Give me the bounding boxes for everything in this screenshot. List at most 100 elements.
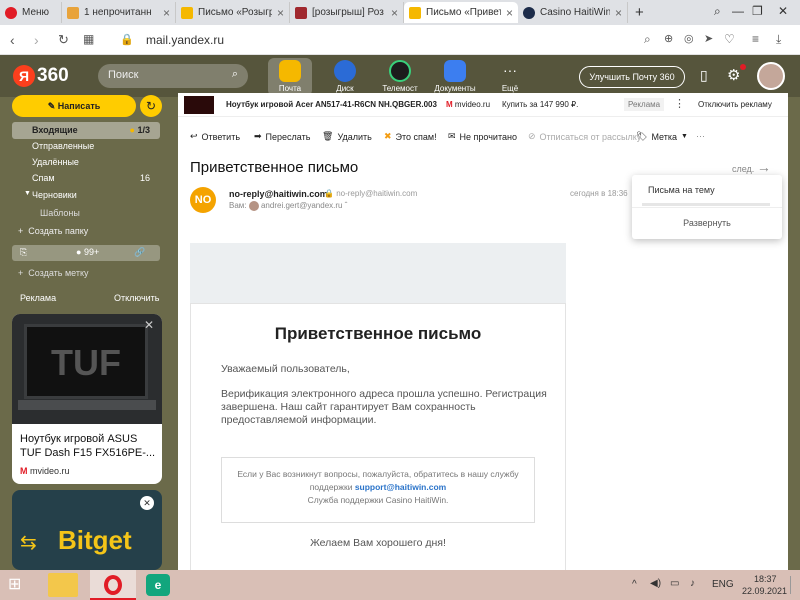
service-disk[interactable]: Диск bbox=[323, 58, 367, 96]
eset-icon[interactable]: e bbox=[146, 574, 170, 596]
label-button[interactable]: 🏷 Метка ▼ bbox=[636, 131, 688, 142]
service-telemost[interactable]: Телемост bbox=[378, 58, 422, 96]
download-icon[interactable]: ⤓ bbox=[776, 32, 781, 47]
opera-taskbar-button[interactable] bbox=[90, 570, 136, 600]
ad-card-asus[interactable]: TUF ✕ Ноутбук игровой ASUS TUF Dash F15 … bbox=[12, 314, 162, 484]
ads-disable-link[interactable]: Отключить bbox=[114, 293, 160, 303]
opera-menu-button[interactable]: Меню bbox=[0, 2, 62, 23]
yandex-360-logo[interactable]: Я 360 bbox=[13, 65, 69, 87]
file-explorer-icon[interactable] bbox=[48, 573, 78, 597]
message-subject: Приветственное письмо bbox=[190, 159, 359, 176]
more-actions-icon[interactable]: ··· bbox=[696, 131, 705, 141]
tab-5[interactable]: Casino HaitiWin × bbox=[518, 2, 628, 23]
maximize-button[interactable]: ❐ bbox=[752, 4, 763, 18]
windows-start-icon[interactable]: ⊞ bbox=[8, 576, 26, 594]
avatar[interactable] bbox=[757, 62, 785, 90]
link-icon[interactable]: 🔗 bbox=[134, 247, 145, 258]
close-tab-icon[interactable]: × bbox=[277, 6, 284, 20]
opera-icon bbox=[104, 575, 122, 595]
volume-icon[interactable]: ◀) bbox=[650, 578, 661, 589]
url-field[interactable]: mail.yandex.ru bbox=[146, 33, 224, 47]
disable-ads-link[interactable]: Отключить рекламу bbox=[698, 100, 772, 109]
service-documents[interactable]: Документы bbox=[433, 58, 477, 96]
folder-drafts[interactable]: ▼ Черновики bbox=[12, 187, 160, 204]
settings-gear-icon[interactable]: ⚙ bbox=[727, 66, 740, 84]
close-tab-icon[interactable]: × bbox=[163, 6, 170, 20]
close-ad-icon[interactable]: ✕ bbox=[140, 496, 154, 510]
create-label-link[interactable]: + Создать метку bbox=[18, 268, 89, 278]
service-more[interactable]: ··· Ещё bbox=[488, 58, 532, 96]
ad-card-bitget[interactable]: Bitget ⇆ ✕ bbox=[12, 490, 162, 570]
new-tab-button[interactable]: + bbox=[630, 2, 650, 23]
folder-templates[interactable]: Шаблоны bbox=[40, 208, 80, 218]
thread-title: Письма на тему bbox=[648, 185, 715, 195]
back-icon[interactable]: ‹ bbox=[10, 32, 15, 48]
window-close-button[interactable]: ✕ bbox=[778, 4, 788, 18]
pin-icon[interactable]: ⊕ bbox=[664, 32, 673, 45]
tab-4-active[interactable]: Письмо «Привет × bbox=[404, 2, 518, 23]
casino-favicon-icon bbox=[523, 6, 535, 19]
compose-button[interactable]: ✎ Написать bbox=[12, 95, 136, 117]
next-message-link[interactable]: след. → bbox=[732, 159, 771, 175]
unread-filter[interactable]: ● 99+ bbox=[76, 247, 99, 257]
clock-time[interactable]: 18:37 bbox=[754, 574, 777, 584]
tab-2[interactable]: Письмо «Розыгр × bbox=[176, 2, 290, 23]
mark-unread-button[interactable]: ✉ Не прочитано bbox=[448, 131, 517, 142]
send-icon[interactable]: ➤ bbox=[704, 32, 713, 45]
reply-button[interactable]: ↩ Ответить bbox=[190, 131, 240, 142]
folder-inbox[interactable]: Входящие ● 1/3 bbox=[12, 122, 160, 139]
recipient-line: Вам: andrei.gert@yandex.ru ˆ bbox=[229, 201, 348, 211]
tab-3[interactable]: [розыгрыш] Роз × bbox=[290, 2, 404, 23]
chevron-up-icon[interactable]: ˆ bbox=[345, 201, 348, 210]
unsubscribe-button[interactable]: ⊘ Отписаться от рассылку bbox=[528, 131, 641, 142]
arrow-right-icon: → bbox=[756, 159, 771, 175]
language-indicator[interactable]: ENG bbox=[712, 579, 734, 590]
upgrade-button[interactable]: Улучшить Почту 360 bbox=[579, 66, 685, 88]
forward-icon[interactable]: › bbox=[34, 32, 39, 48]
sender-name[interactable]: no-reply@haitiwin.com bbox=[229, 189, 328, 199]
search-icon[interactable]: ⌕ bbox=[644, 32, 651, 47]
ad-banner[interactable]: Ноутбук игровой Acer AN517-41-R6CN NH.QB… bbox=[178, 93, 788, 117]
reload-icon[interactable]: ↻ bbox=[58, 32, 69, 48]
close-ad-icon[interactable]: ✕ bbox=[144, 318, 154, 332]
mail-header: Я 360 Поиск ⌕ Почта Диск Телемост Докумен… bbox=[0, 55, 800, 97]
search-input[interactable]: Поиск ⌕ bbox=[98, 64, 248, 88]
tabs-grid-icon[interactable]: ▦ bbox=[83, 32, 94, 46]
support-email-link[interactable]: support@haitiwin.com bbox=[355, 482, 446, 492]
folder-sent[interactable]: Отправленные bbox=[12, 138, 160, 155]
minimize-button[interactable]: — bbox=[732, 4, 744, 18]
laptop-image: TUF bbox=[12, 314, 162, 424]
refresh-icon[interactable]: ↻ bbox=[140, 95, 162, 117]
email-title: Приветственное письмо bbox=[274, 324, 482, 343]
folder-spam[interactable]: Спам 16 bbox=[12, 170, 160, 187]
folder-deleted[interactable]: Удалённые bbox=[12, 154, 160, 171]
sender-address[interactable]: 🔒 no-reply@haitiwin.com bbox=[324, 189, 417, 198]
heart-icon[interactable]: ♡ bbox=[724, 32, 735, 46]
close-tab-icon[interactable]: × bbox=[615, 6, 622, 20]
unread-dot-icon: ● bbox=[129, 125, 135, 135]
tab-1[interactable]: 1 непрочитанн × bbox=[62, 2, 176, 23]
camera-icon[interactable]: ◎ bbox=[684, 32, 694, 45]
opera-logo-icon bbox=[5, 6, 17, 19]
email-body: Приветственное письмо Уважаемый пользова… bbox=[190, 243, 566, 573]
forward-button[interactable]: ➡ Переслать bbox=[254, 131, 310, 142]
ad-more-icon[interactable]: ⋮ bbox=[674, 97, 685, 110]
expand-thread-button[interactable]: Развернуть bbox=[632, 218, 782, 228]
spam-button[interactable]: ✖ Это спам! bbox=[384, 131, 437, 142]
sender-avatar[interactable]: NO bbox=[190, 187, 216, 213]
forward-icon: ➡ bbox=[254, 131, 262, 141]
close-tab-icon[interactable]: × bbox=[391, 6, 398, 20]
create-folder-link[interactable]: + Создать папку bbox=[18, 226, 88, 236]
show-desktop-button[interactable] bbox=[790, 576, 794, 594]
close-tab-icon[interactable]: × bbox=[506, 6, 513, 20]
clock-date[interactable]: 22.09.2021 bbox=[742, 586, 787, 596]
menu-icon[interactable]: ≡ bbox=[752, 32, 759, 46]
speaker-icon[interactable]: ♪ bbox=[690, 578, 695, 589]
delete-button[interactable]: 🗑 Удалить bbox=[322, 131, 372, 142]
phone-icon[interactable]: ▯ bbox=[700, 67, 708, 84]
tray-chevron-icon[interactable]: ^ bbox=[632, 579, 637, 590]
tab-search-icon[interactable]: ⌕ bbox=[714, 4, 721, 19]
network-icon[interactable]: ▭ bbox=[670, 578, 679, 589]
attachment-filter-icon[interactable]: ⎘ bbox=[20, 247, 27, 258]
service-mail[interactable]: Почта bbox=[268, 58, 312, 96]
